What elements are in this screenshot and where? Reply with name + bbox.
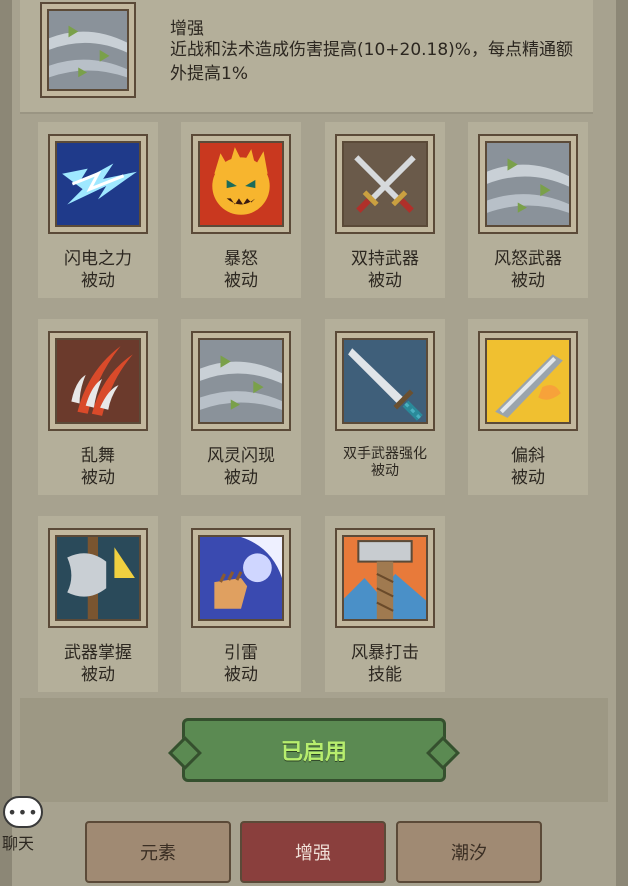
tab-restoration[interactable]: 潮汐 xyxy=(396,821,542,883)
claw-slash-icon xyxy=(48,331,148,431)
wind-leaves-icon xyxy=(191,331,291,431)
skill-tile[interactable]: 风暴打击 技能 xyxy=(325,516,445,692)
talent-description: 近战和法术造成伤害提高(10+20.18)%，每点精通额外提高1% xyxy=(170,40,573,84)
talent-title: 增强 xyxy=(170,19,204,39)
skill-type: 被动 xyxy=(224,271,258,291)
skill-tile[interactable]: 引雷 被动 xyxy=(181,516,301,692)
skill-tile[interactable]: 风灵闪现 被动 xyxy=(181,319,301,495)
skill-tile[interactable]: 武器掌握 被动 xyxy=(38,516,158,692)
crossed-swords-icon xyxy=(335,134,435,234)
skill-type: 技能 xyxy=(368,665,402,685)
skill-tile[interactable]: 偏斜 被动 xyxy=(468,319,588,495)
greatsword-icon xyxy=(335,331,435,431)
skill-tile[interactable]: 双手武器强化 被动 xyxy=(325,319,445,495)
skill-type: 被动 xyxy=(368,271,402,291)
skill-type: 被动 xyxy=(224,468,258,488)
activated-button[interactable]: 已启用 xyxy=(168,718,460,782)
storm-hammer-icon xyxy=(335,528,435,628)
axe-icon xyxy=(48,528,148,628)
chat-button[interactable]: ••• 聊天 xyxy=(0,792,46,854)
tab-label: 元素 xyxy=(140,843,176,864)
skill-type: 被动 xyxy=(81,468,115,488)
skill-type: 被动 xyxy=(371,463,399,479)
lightning-fist-icon xyxy=(191,528,291,628)
skill-type: 被动 xyxy=(511,271,545,291)
tab-elemental[interactable]: 元素 xyxy=(85,821,231,883)
activated-button-label: 已启用 xyxy=(280,740,347,765)
chat-label: 聊天 xyxy=(2,834,35,853)
chat-bubble-icon: ••• xyxy=(3,796,43,828)
selected-talent-header: 增强 近战和法术造成伤害提高(10+20.18)%，每点精通额外提高1% xyxy=(20,0,593,114)
tab-label: 增强 xyxy=(295,843,331,864)
tab-label: 潮汐 xyxy=(451,843,487,864)
skill-tile[interactable]: 暴怒 被动 xyxy=(181,122,301,298)
wind-leaves-icon xyxy=(40,2,136,98)
fire-face-icon xyxy=(191,134,291,234)
skill-type: 被动 xyxy=(224,665,258,685)
tab-enhancement[interactable]: 增强 xyxy=(240,821,386,883)
skill-type: 被动 xyxy=(81,271,115,291)
skill-tile[interactable]: 双持武器 被动 xyxy=(325,122,445,298)
parry-blade-icon xyxy=(478,331,578,431)
skill-tile[interactable]: 乱舞 被动 xyxy=(38,319,158,495)
lightning-icon xyxy=(48,134,148,234)
skill-type: 被动 xyxy=(511,468,545,488)
wind-leaves-icon xyxy=(478,134,578,234)
skill-tile[interactable]: 风怒武器 被动 xyxy=(468,122,588,298)
skill-tile[interactable]: 闪电之力 被动 xyxy=(38,122,158,298)
skill-type: 被动 xyxy=(81,665,115,685)
